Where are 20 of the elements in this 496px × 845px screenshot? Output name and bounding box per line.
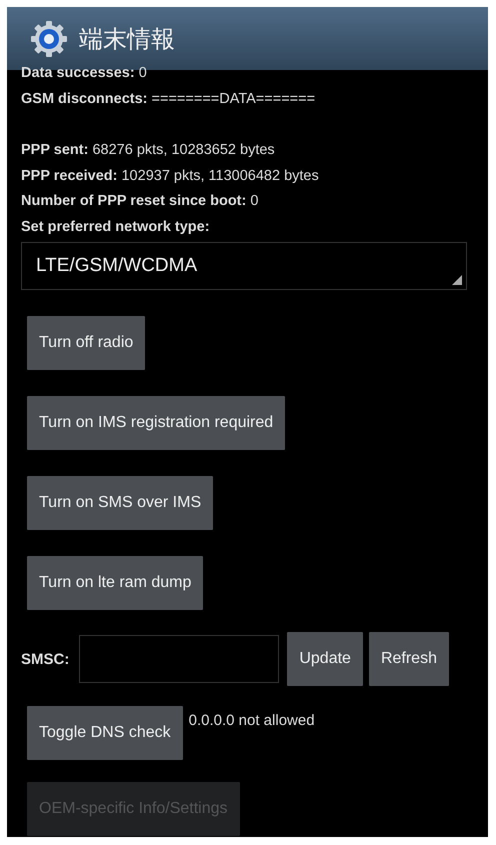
info-line: PPP sent: 68276 pkts, 10283652 bytes — [21, 141, 276, 160]
action-button[interactable]: Refresh — [368, 632, 449, 686]
window-title: 端末情報 — [79, 24, 175, 54]
info-line: Data successes: 0 — [21, 64, 148, 83]
network-type-dropdown[interactable]: LTE/GSM/WCDMA — [21, 242, 467, 290]
dropdown-corner-icon — [452, 275, 462, 285]
info-line: GSM disconnects: ========DATA======= — [21, 90, 316, 108]
dns-status-text: 0.0.0.0 not allowed — [188, 712, 315, 729]
info-line: Number of PPP reset since boot: 0 — [21, 192, 260, 211]
dns-check-button[interactable]: Toggle DNS check — [27, 706, 183, 760]
action-button[interactable]: Turn on IMS registration required — [27, 396, 286, 450]
action-button[interactable]: Turn on lte ram dump — [27, 556, 204, 610]
smsc-label: SMSC: — [21, 650, 70, 668]
action-button[interactable]: Turn off radio — [27, 316, 146, 370]
info-line: Set preferred network type: — [21, 218, 211, 236]
action-button[interactable]: Update — [287, 632, 363, 686]
gear-icon — [29, 18, 69, 58]
action-button[interactable]: Turn on SMS over IMS — [27, 476, 214, 530]
info-line: PPP received: 102937 pkts, 113006482 bytes — [21, 166, 319, 186]
smsc-input-field[interactable] — [79, 635, 280, 683]
